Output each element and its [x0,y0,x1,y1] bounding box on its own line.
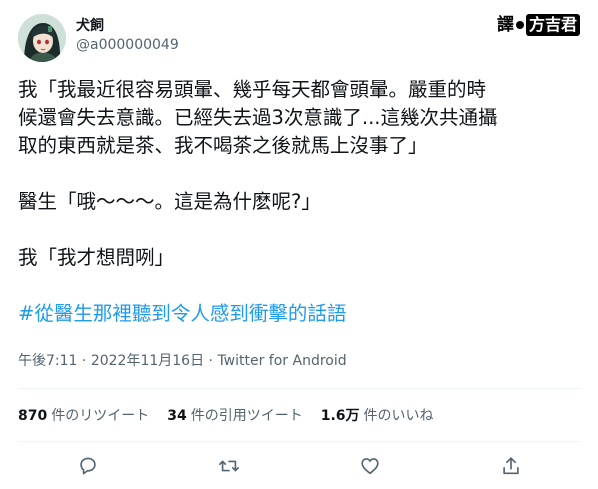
retweets-label: 件のリツイート [51,408,150,424]
retweet-button[interactable] [216,453,242,479]
likes-label: 件のいいね [363,408,434,424]
quotes-stat[interactable]: 34 件の引用ツイート [167,406,302,426]
tweet-line: 我「我最近很容易頭暈、幾乎每天都會頭暈。嚴重的時 [18,78,487,101]
user-handle[interactable]: @a000000049 [76,35,179,55]
reply-button[interactable] [75,453,101,479]
retweets-stat[interactable]: 870 件のリツイート [18,406,149,426]
tweet-line: 候還會失去意識。已經失去過3次意識了...這幾次共通攝 [18,106,498,129]
tweet-actions [18,453,580,479]
reply-icon [80,457,96,475]
retweets-count: 870 [18,408,48,424]
translator-credit: 譯 方吉君 [497,14,580,36]
tweet-time[interactable]: 午後7:11 [18,353,77,369]
divider [18,388,580,389]
tweet-header: 犬飼 @a000000049 譯 方吉君 [18,14,580,62]
retweet-icon [219,460,239,472]
tweet-date[interactable]: 2022年11月16日 [91,353,204,369]
share-button[interactable] [498,453,524,479]
tweet-stats: 870 件のリツイート 34 件の引用ツイート 1.6万 件のいいね [18,406,434,426]
translator-tag: 譯 [496,15,514,35]
likes-count: 1.6万 [320,408,360,424]
separator-dot-icon [515,21,524,29]
tweet-line: 取的東西就是茶、我不喝茶之後就馬上沒事了」 [18,134,428,157]
heart-icon [361,458,379,475]
likes-stat[interactable]: 1.6万 件のいいね [321,406,434,426]
quotes-label: 件の引用ツイート [190,408,303,424]
meta-dot: · [204,353,218,369]
hashtag-link[interactable]: #從醫生那裡聽到令人感到衝擊的話語 [18,300,584,328]
avatar[interactable] [18,14,66,62]
quotes-count: 34 [167,408,187,424]
tweet-text: 我「我最近很容易頭暈、幾乎每天都會頭暈。嚴重的時 候還會失去意識。已經失去過3次… [18,76,584,328]
divider [18,441,580,442]
like-button[interactable] [357,453,383,479]
meta-dot: · [77,353,91,369]
share-icon [503,457,519,475]
tweet-line: 醫生「哦～～～。這是為什麽呢?」 [18,190,321,213]
translator-name: 方吉君 [525,14,580,36]
tweet-meta: 午後7:11 · 2022年11月16日 · Twitter for Andro… [18,351,347,371]
display-name[interactable]: 犬飼 [76,17,179,35]
tweet-line: 我「我才想問咧」 [18,246,175,269]
tweet-source[interactable]: Twitter for Android [217,353,346,369]
avatar-illustration-icon [18,14,66,62]
